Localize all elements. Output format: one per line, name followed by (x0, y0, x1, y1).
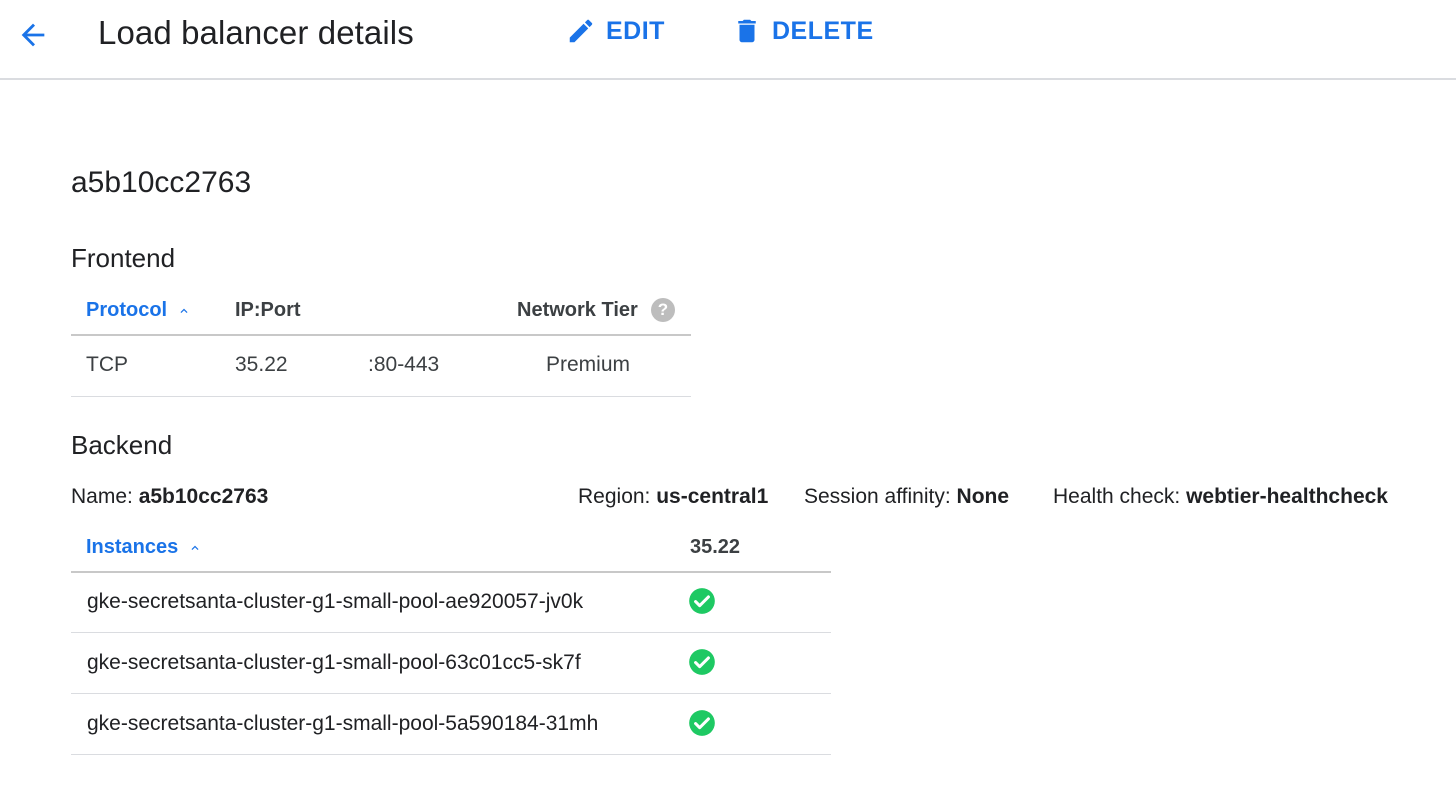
backend-name-value: a5b10cc2763 (138, 485, 269, 508)
network-tier-column-header: Network Tier (517, 299, 638, 321)
backend-name-label: Name: (71, 485, 139, 508)
page-title: Load balancer details (98, 14, 414, 51)
region-value: us-central1 (656, 485, 769, 508)
page-header: Load balancer details EDIT DELETE (0, 0, 1456, 80)
health-check-label: Health check: (1053, 485, 1187, 508)
ip-cell: 35.22 (235, 353, 288, 376)
frontend-table: Protocol IP:Port Network Tier ? TCP 35.2… (71, 290, 691, 400)
check-circle-icon (688, 648, 716, 676)
instance-name[interactable]: gke-secretsanta-cluster-g1-small-pool-63… (87, 651, 581, 675)
instances-header-label: Instances (86, 536, 179, 558)
trash-icon (732, 16, 762, 46)
row-divider (71, 693, 831, 694)
ip-column-header: 35.22 (690, 536, 741, 558)
protocol-column-header[interactable]: Protocol (86, 299, 191, 322)
protocol-cell: TCP (86, 353, 128, 376)
backend-section-title: Backend (71, 430, 173, 460)
session-affinity-value: None (956, 485, 1010, 508)
delete-label: DELETE (772, 16, 874, 45)
instances-column-header[interactable]: Instances (86, 536, 202, 559)
edit-label: EDIT (606, 16, 665, 45)
help-icon[interactable]: ? (651, 298, 675, 322)
chevron-up-icon (188, 541, 202, 555)
instances-table: Instances 35.22 gke-secretsanta-cluster-… (71, 530, 831, 760)
row-divider (71, 396, 691, 397)
backend-session-affinity: Session affinity: None (804, 485, 1009, 509)
region-label: Region: (578, 485, 657, 508)
delete-button[interactable]: DELETE (732, 16, 874, 46)
header-divider (71, 334, 691, 336)
pencil-icon (566, 16, 596, 46)
edit-button[interactable]: EDIT (566, 16, 665, 46)
instance-name[interactable]: gke-secretsanta-cluster-g1-small-pool-ae… (87, 590, 583, 614)
health-check-value: webtier-healthcheck (1186, 485, 1388, 508)
row-divider (71, 632, 831, 633)
backend-health-check: Health check: webtier-healthcheck (1053, 485, 1388, 509)
check-circle-icon (688, 709, 716, 737)
arrow-back-icon (21, 23, 45, 47)
chevron-up-icon (177, 304, 191, 318)
check-circle-icon (688, 587, 716, 615)
load-balancer-name: a5b10cc2763 (71, 166, 252, 199)
back-button[interactable] (14, 16, 52, 54)
frontend-section-title: Frontend (71, 243, 176, 273)
backend-name: Name: a5b10cc2763 (71, 485, 268, 509)
protocol-header-label: Protocol (86, 299, 168, 321)
session-affinity-label: Session affinity: (804, 485, 957, 508)
ip-port-column-header: IP:Port (235, 299, 301, 321)
network-tier-cell: Premium (546, 353, 631, 376)
instance-name[interactable]: gke-secretsanta-cluster-g1-small-pool-5a… (87, 712, 598, 736)
header-divider (71, 571, 831, 573)
port-cell: :80-443 (368, 353, 440, 376)
backend-region: Region: us-central1 (578, 485, 768, 509)
row-divider (71, 754, 831, 755)
